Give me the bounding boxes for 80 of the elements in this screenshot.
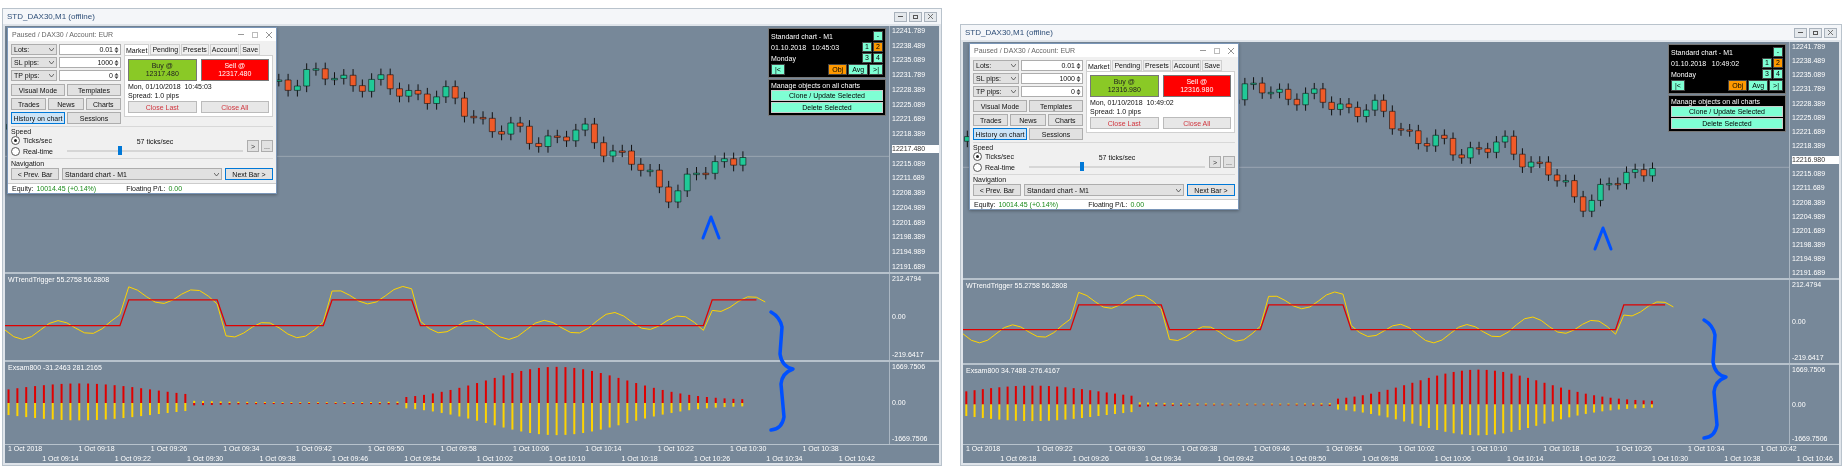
candle: [1519, 147, 1526, 174]
candle: [424, 87, 431, 111]
candle: [368, 72, 375, 98]
candle: [489, 111, 496, 139]
spinner-icon[interactable]: [114, 58, 119, 67]
candle: [721, 152, 728, 169]
close-icon: [928, 14, 933, 19]
candle: [1276, 82, 1283, 99]
caret-icon: [1176, 188, 1181, 192]
candle: [526, 119, 533, 151]
spinner-icon[interactable]: [114, 71, 119, 80]
window-title: STD_DAX30,M1 (offline): [965, 28, 1053, 37]
candle: [294, 79, 301, 97]
close-icon: [1828, 30, 1833, 35]
minimize-button[interactable]: [1794, 27, 1807, 38]
candle: [544, 129, 552, 154]
slider-thumb[interactable]: [117, 145, 122, 155]
minimize-button[interactable]: [894, 11, 907, 22]
candle: [730, 152, 737, 172]
candle: [470, 109, 477, 125]
hand-drawn-caret-drawing: [701, 214, 721, 240]
candle: [1623, 165, 1630, 191]
candle: [628, 144, 635, 171]
caret-icon: [49, 74, 54, 77]
radio-button[interactable]: [973, 163, 982, 172]
candle: [1354, 101, 1361, 123]
maximize-icon: [913, 14, 918, 19]
spinner-icon[interactable]: [114, 45, 119, 54]
candle: [1250, 76, 1257, 91]
caret-icon: [49, 48, 54, 51]
slider-thumb[interactable]: [1079, 161, 1084, 171]
candle: [665, 180, 672, 209]
minimize-icon: [1798, 32, 1803, 33]
close-button[interactable]: [1824, 27, 1837, 38]
candle: [461, 91, 468, 123]
radio-button[interactable]: [973, 152, 982, 161]
candle: [535, 136, 542, 154]
candle: [563, 130, 570, 148]
caret-icon: [1011, 64, 1016, 67]
candle: [1302, 86, 1309, 112]
candle: [498, 124, 505, 141]
candle: [1328, 95, 1335, 116]
close-icon[interactable]: [1228, 47, 1234, 54]
candle: [619, 144, 626, 158]
candle: [554, 129, 561, 144]
candle: [303, 62, 310, 93]
minimize-icon: [898, 16, 903, 17]
spinner-icon[interactable]: [1076, 61, 1081, 70]
spinner-icon[interactable]: [1076, 74, 1081, 83]
candle: [739, 150, 747, 172]
candle: [479, 110, 487, 125]
candle: [693, 166, 700, 181]
candle: [609, 144, 617, 163]
candle: [1545, 155, 1552, 182]
candle: [1649, 162, 1656, 183]
radio-button[interactable]: [11, 136, 20, 145]
candle: [591, 117, 598, 150]
candle: [1597, 178, 1604, 207]
candle: [433, 90, 440, 111]
hand-drawn-caret-drawing: [1593, 225, 1613, 251]
window-title: STD_DAX30,M1 (offline): [7, 12, 95, 21]
maximize-icon: [1813, 30, 1818, 35]
candle: [396, 82, 403, 103]
maximize-button[interactable]: [1809, 27, 1822, 38]
maximize-button[interactable]: [909, 11, 922, 22]
candle: [1493, 135, 1500, 159]
spinner-icon[interactable]: [1076, 87, 1081, 96]
candle: [359, 79, 366, 98]
caret-icon: [1011, 77, 1016, 80]
close-button[interactable]: [924, 11, 937, 22]
candle: [1571, 174, 1578, 204]
caret-icon: [1011, 90, 1016, 93]
candle: [656, 163, 663, 194]
radio-button[interactable]: [11, 147, 20, 156]
caret-icon: [214, 172, 219, 176]
candle: [600, 136, 607, 163]
candle: [331, 71, 338, 86]
caret-icon: [49, 61, 54, 64]
close-icon[interactable]: [266, 31, 272, 38]
candle: [1241, 77, 1248, 107]
